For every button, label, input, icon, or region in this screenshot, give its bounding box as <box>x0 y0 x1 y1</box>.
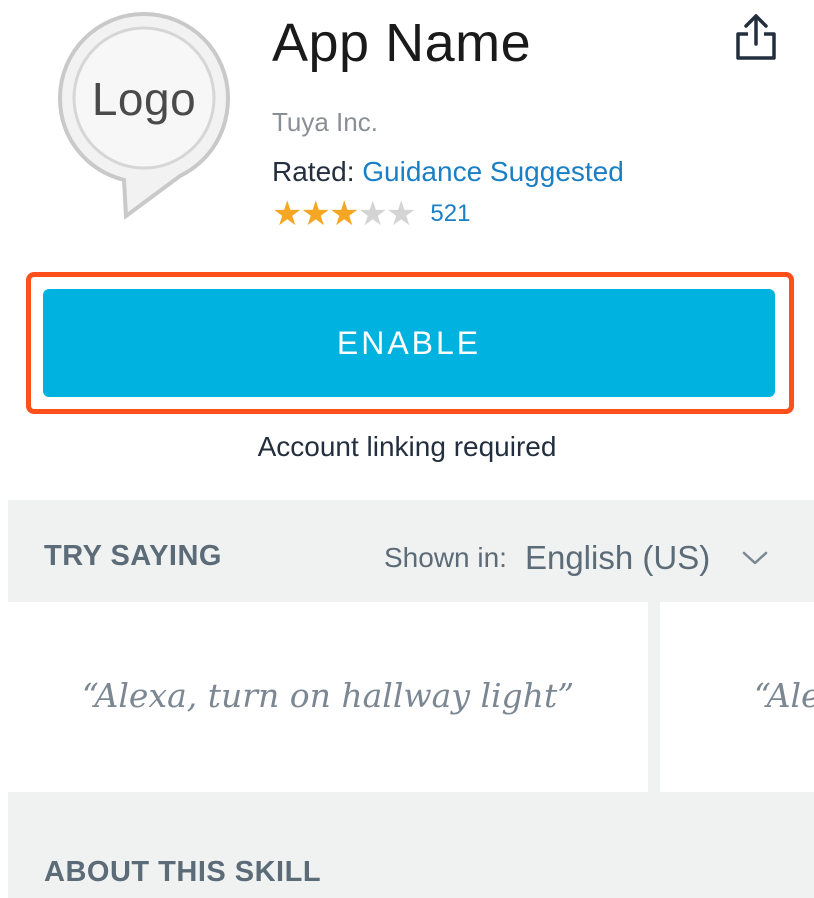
app-name: App Name <box>272 13 532 73</box>
shown-in-label: Shown in: <box>384 542 507 573</box>
utterance-card[interactable]: “Alexa, turn on hallway light” <box>8 602 648 792</box>
star-rating[interactable]: ★ ★ ★ ★ ★ 521 <box>272 196 470 232</box>
star-icon: ★ <box>357 195 388 233</box>
utterance-card[interactable]: “Ale <box>660 602 814 792</box>
language-selector[interactable]: Shown in: English (US) <box>384 534 770 582</box>
skill-detail-screen: Logo App Name Tuya Inc. Rated: Guidance … <box>0 0 814 898</box>
developer-name[interactable]: Tuya Inc. <box>272 107 378 138</box>
utterance-text: “Ale <box>754 676 814 715</box>
utterance-text: “Alexa, turn on hallway light” <box>81 676 575 715</box>
logo-text: Logo <box>91 73 197 125</box>
rating-guidance-link[interactable]: Guidance Suggested <box>362 156 624 187</box>
enable-button[interactable]: ENABLE <box>43 289 775 397</box>
skill-logo: Logo <box>52 8 236 222</box>
language-value[interactable]: English (US) <box>525 539 710 577</box>
account-linking-note: Account linking required <box>257 431 557 462</box>
try-saying-heading: TRY SAYING <box>44 540 222 572</box>
content-rating: Rated: Guidance Suggested <box>272 156 624 188</box>
rated-label: Rated: <box>272 156 355 187</box>
star-icon: ★ <box>385 195 417 233</box>
about-skill-heading: ABOUT THIS SKILL <box>44 856 322 888</box>
review-count[interactable]: 521 <box>430 196 470 232</box>
share-icon <box>736 14 776 60</box>
share-button[interactable] <box>734 12 778 62</box>
star-icon: ★ <box>272 195 303 233</box>
star-icon: ★ <box>328 195 360 233</box>
chevron-down-icon[interactable] <box>740 548 770 568</box>
star-icon: ★ <box>300 195 331 233</box>
